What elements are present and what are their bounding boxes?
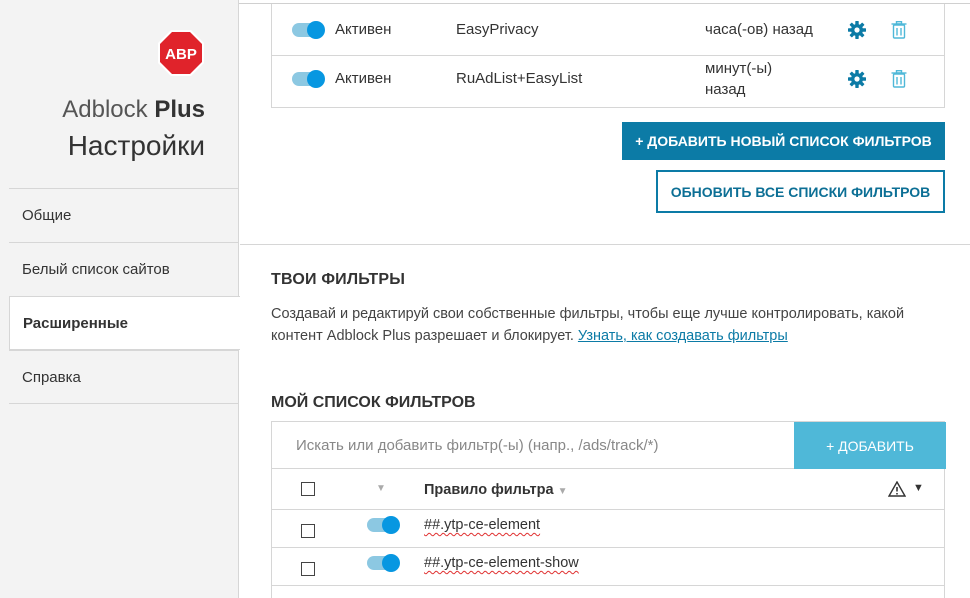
subscription-name: RuAdList+EasyList <box>456 70 583 87</box>
add-filter-button[interactable]: + ДОБАВИТЬ <box>794 422 946 469</box>
section-divider <box>240 244 970 245</box>
learn-filters-link[interactable]: Узнать, как создавать фильтры <box>578 328 788 344</box>
sort-arrow-icon[interactable]: ▼ <box>376 483 386 494</box>
filter-rule[interactable]: ##.ytp-ce-element <box>424 517 540 533</box>
trash-icon[interactable] <box>891 69 907 88</box>
warning-icon[interactable] <box>888 481 906 497</box>
subscriptions-table: Активен EasyPrivacy часа(-ов) назад Акти… <box>271 4 945 108</box>
update-all-lists-button[interactable]: ОБНОВИТЬ ВСЕ СПИСКИ ФИЛЬТРОВ <box>656 170 945 213</box>
subscription-updated: минут(-ы) назад <box>705 59 773 98</box>
table-row: Активен EasyPrivacy часа(-ов) назад <box>272 4 944 56</box>
table-row: ##.ytp-ce-element-show <box>272 548 944 586</box>
select-all-checkbox[interactable] <box>301 482 315 496</box>
add-filter-list-button[interactable]: + ДОБАВИТЬ НОВЫЙ СПИСОК ФИЛЬТРОВ <box>622 122 945 160</box>
row-checkbox[interactable] <box>301 524 315 538</box>
sidebar-item-whitelist[interactable]: Белый список сайтов <box>9 242 239 296</box>
table-row: ##.ytp-ce-element <box>272 510 944 548</box>
filter-toggle[interactable] <box>367 516 400 534</box>
gear-icon[interactable] <box>847 69 867 89</box>
filter-search-input[interactable] <box>272 422 794 469</box>
filter-toggle[interactable] <box>367 554 400 572</box>
column-header-rule[interactable]: Правило фильтра ▼ <box>424 482 568 498</box>
main-content: Активен EasyPrivacy часа(-ов) назад Акти… <box>240 0 970 598</box>
chevron-down-icon[interactable]: ▼ <box>913 482 924 494</box>
subscription-status: Активен <box>335 70 392 87</box>
brand-name: Adblock Plus <box>62 96 205 123</box>
subscription-toggle[interactable] <box>292 69 325 88</box>
table-header: ▼ Правило фильтра ▼ ▼ <box>272 469 944 510</box>
sidebar-item-advanced[interactable]: Расширенные <box>9 296 240 350</box>
my-filters-description: Создавай и редактируй свои собственные ф… <box>271 306 905 344</box>
my-filters-heading: ТВОИ ФИЛЬТРЫ <box>271 271 406 288</box>
logo-text: ABP <box>165 46 197 63</box>
row-checkbox[interactable] <box>301 562 315 576</box>
subscription-toggle[interactable] <box>292 20 325 39</box>
page-title: Настройки <box>67 130 205 161</box>
subscription-updated: часа(-ов) назад <box>705 21 813 38</box>
trash-icon[interactable] <box>891 20 907 39</box>
filter-list-heading: МОЙ СПИСОК ФИЛЬТРОВ <box>271 394 476 411</box>
filter-list-table: + ДОБАВИТЬ ▼ Правило фильтра ▼ ▼ ##.ytp-… <box>271 421 946 598</box>
filter-rule[interactable]: ##.ytp-ce-element-show <box>424 555 579 571</box>
abp-logo-icon: ABP <box>158 30 204 76</box>
gear-icon[interactable] <box>847 20 867 40</box>
sidebar-item-help[interactable]: Справка <box>9 350 239 404</box>
sidebar-item-general[interactable]: Общие <box>9 188 239 242</box>
subscription-name: EasyPrivacy <box>456 21 539 38</box>
table-row: Активен RuAdList+EasyList минут(-ы) наза… <box>272 50 944 107</box>
sidebar-nav: Общие Белый список сайтов Расширенные Сп… <box>9 188 240 404</box>
subscription-status: Активен <box>335 21 392 38</box>
sidebar: ABP Adblock Plus Настройки Общие Белый с… <box>0 0 240 598</box>
